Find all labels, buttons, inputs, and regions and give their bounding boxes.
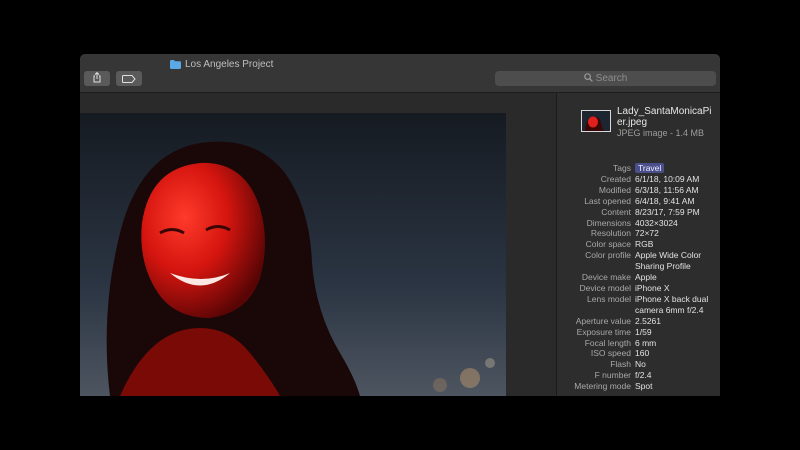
metadata-value: 4032×3024 bbox=[635, 217, 678, 228]
metadata-value: 6 mm bbox=[635, 337, 657, 348]
metadata-label: Resolution bbox=[590, 228, 631, 239]
metadata-label: ISO speed bbox=[590, 348, 631, 359]
metadata-value: iPhone X bbox=[635, 282, 670, 293]
window-title-text: Los Angeles Project bbox=[185, 58, 274, 70]
metadata-value: 160 bbox=[635, 348, 650, 359]
metadata-value: 1/59 bbox=[635, 326, 652, 337]
metadata-row: Dimensions 4032×3024 bbox=[557, 218, 720, 229]
metadata-value: 72×72 bbox=[635, 228, 659, 239]
metadata-label: Dimensions bbox=[586, 217, 631, 228]
metadata-label: Focal length bbox=[584, 337, 631, 348]
metadata-row: Color space RGB bbox=[557, 239, 720, 250]
metadata-value: Apple Wide Color Sharing Profile bbox=[635, 250, 702, 272]
metadata-value: RGB bbox=[635, 239, 654, 250]
metadata-row: Modified 6/3/18, 11:56 AM bbox=[557, 185, 720, 196]
metadata-row: Created 6/1/18, 10:09 AM bbox=[557, 174, 720, 185]
metadata-label: Device model bbox=[579, 282, 632, 293]
metadata-list: Tags Travel Created 6/1/18, 10:09 AM Modif… bbox=[557, 163, 720, 392]
metadata-label: Color profile bbox=[585, 250, 631, 261]
metadata-label: Last opened bbox=[584, 195, 631, 206]
metadata-label: Exposure time bbox=[576, 326, 631, 337]
metadata-value: f/2.4 bbox=[635, 370, 652, 381]
metadata-label: Device make bbox=[581, 272, 631, 283]
metadata-value: No bbox=[635, 359, 646, 370]
metadata-row: Device make Apple bbox=[557, 272, 720, 283]
search-field[interactable]: Search bbox=[495, 71, 716, 86]
info-inspector: Lady_SantaMonicaPier.jpeg JPEG image - 1… bbox=[557, 93, 720, 396]
metadata-row: Focal length 6 mm bbox=[557, 338, 720, 349]
search-placeholder: Search bbox=[595, 73, 628, 84]
metadata-row: Aperture value 2.5261 bbox=[557, 316, 720, 327]
metadata-row: Color profile Apple Wide Color Sharing Pr… bbox=[557, 250, 720, 272]
metadata-value: Apple bbox=[635, 272, 657, 283]
tag-button[interactable] bbox=[116, 71, 142, 86]
metadata-row: Metering mode Spot bbox=[557, 381, 720, 392]
metadata-value: Travel bbox=[635, 163, 715, 174]
metadata-row: Exposure time 1/59 bbox=[557, 327, 720, 338]
metadata-label: Modified bbox=[598, 184, 631, 195]
file-thumbnail bbox=[581, 110, 611, 132]
metadata-value: iPhone X back dual camera 6mm f/2.4 bbox=[635, 293, 709, 315]
file-kind: JPEG image - 1.4 MB bbox=[617, 128, 705, 138]
metadata-label: Content bbox=[601, 206, 631, 217]
metadata-row: F number f/2.4 bbox=[557, 370, 720, 381]
metadata-label: F number bbox=[594, 370, 631, 381]
metadata-row: Flash No bbox=[557, 359, 720, 370]
share-icon bbox=[92, 70, 102, 88]
metadata-value: 2.5261 bbox=[635, 315, 661, 326]
share-button[interactable] bbox=[84, 71, 110, 86]
metadata-row: Tags Travel bbox=[557, 163, 720, 174]
metadata-label: Flash bbox=[610, 359, 631, 370]
metadata-label: Lens model bbox=[587, 293, 631, 304]
metadata-label: Metering mode bbox=[574, 381, 631, 392]
file-name: Lady_SantaMonicaPier.jpeg bbox=[617, 106, 712, 128]
portrait-image bbox=[80, 113, 506, 396]
window-title: Los Angeles Project bbox=[170, 57, 273, 71]
metadata-value: 6/3/18, 11:56 AM bbox=[635, 184, 699, 195]
metadata-row: Lens model iPhone X back dual camera 6mm … bbox=[557, 294, 720, 316]
search-icon bbox=[583, 72, 596, 85]
metadata-value: 6/4/18, 9:41 AM bbox=[635, 195, 695, 206]
metadata-label: Created bbox=[600, 173, 631, 184]
metadata-row: Last opened 6/4/18, 9:41 AM bbox=[557, 196, 720, 207]
metadata-label: Color space bbox=[585, 239, 631, 250]
metadata-row: ISO speed 160 bbox=[557, 348, 720, 359]
preview-pane bbox=[80, 93, 556, 396]
metadata-value: 6/1/18, 10:09 AM bbox=[635, 173, 700, 184]
metadata-label: Tags bbox=[613, 163, 631, 173]
metadata-label: Aperture value bbox=[575, 315, 631, 326]
metadata-row: Content 8/23/17, 7:59 PM bbox=[557, 207, 720, 218]
metadata-value: Spot bbox=[635, 381, 653, 392]
toolbar: Los Angeles Project Search bbox=[80, 54, 720, 93]
tag-icon bbox=[122, 70, 136, 88]
metadata-row: Device model iPhone X bbox=[557, 283, 720, 294]
photo-preview[interactable] bbox=[80, 113, 506, 396]
metadata-value: 8/23/17, 7:59 PM bbox=[635, 206, 700, 217]
metadata-row: Resolution 72×72 bbox=[557, 228, 720, 239]
folder-icon bbox=[170, 59, 181, 69]
tag-travel[interactable]: Travel bbox=[635, 163, 665, 173]
finder-window: Los Angeles Project Search Lady_SantaMon… bbox=[80, 54, 720, 396]
